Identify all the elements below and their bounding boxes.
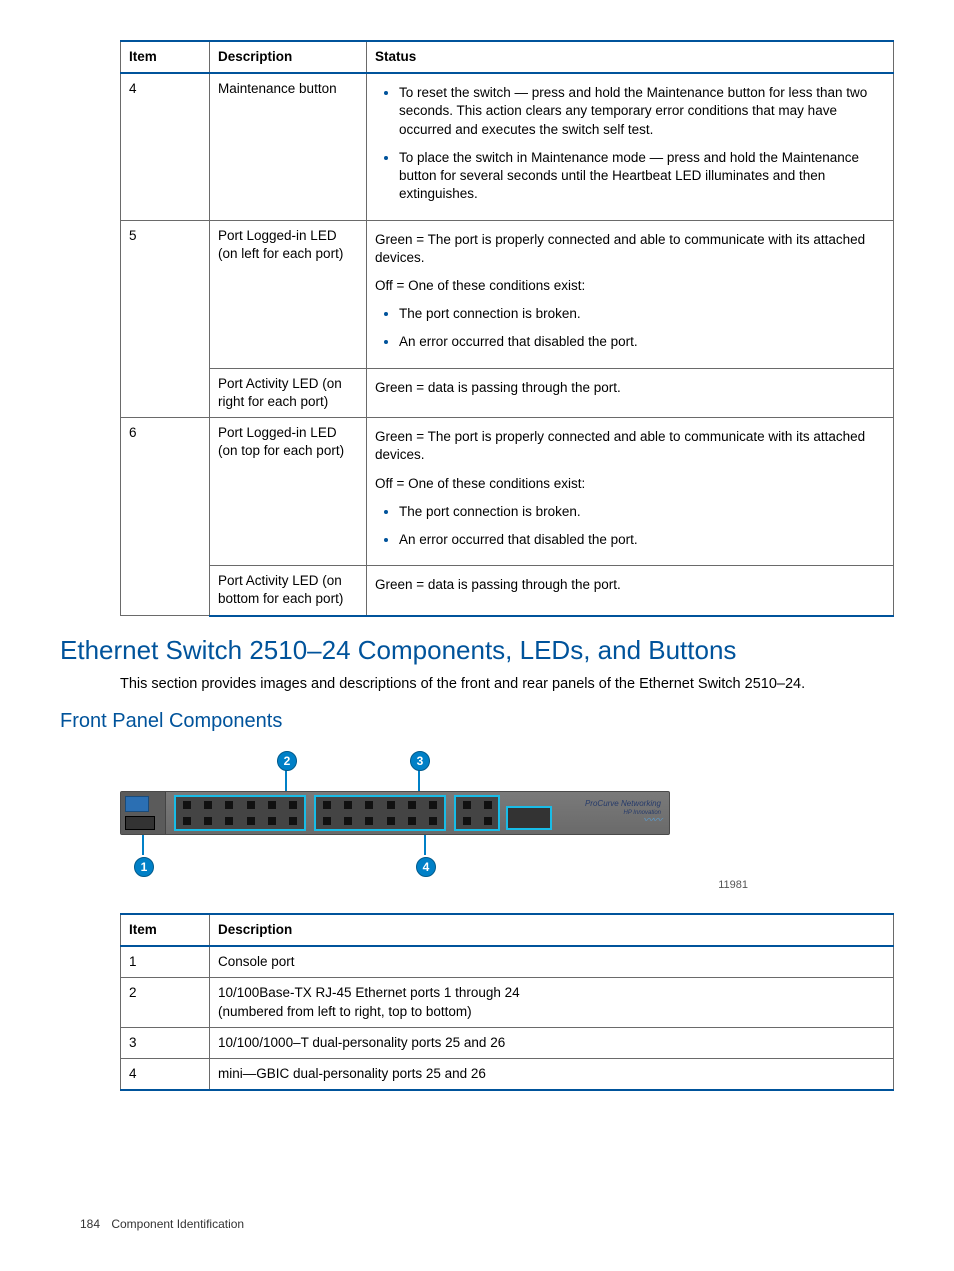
brand-top: ProCurve Networking <box>585 799 661 808</box>
cell-item: 1 <box>121 946 210 978</box>
table-row: 2 10/100Base-TX RJ-45 Ethernet ports 1 t… <box>121 978 894 1027</box>
callout-lead <box>424 833 426 855</box>
callout-2: 2 <box>277 751 297 771</box>
table-row: 6 Port Logged-in LED (on top for each po… <box>121 418 894 566</box>
rj45-block-2 <box>314 795 446 831</box>
callout-lead <box>285 769 287 791</box>
th-item: Item <box>121 41 210 73</box>
callout-lead <box>142 833 144 855</box>
th-status: Status <box>367 41 894 73</box>
callout-lead <box>418 769 420 791</box>
table-row: 4 Maintenance button To reset the switch… <box>121 73 894 220</box>
section-heading: Ethernet Switch 2510–24 Components, LEDs… <box>60 635 894 666</box>
switch-chassis: ProCurve Networking HP Innovation 〰〰 <box>120 791 670 835</box>
table-row: 3 10/100/1000–T dual-personality ports 2… <box>121 1027 894 1058</box>
mini-gbic-block <box>506 806 552 830</box>
swoosh-icon: 〰〰 <box>585 816 661 826</box>
page-footer: 184 Component Identification <box>80 1217 244 1231</box>
th-description: Description <box>210 914 894 946</box>
callout-1: 1 <box>134 857 154 877</box>
led-status-table: Item Description Status 4 Maintenance bu… <box>120 40 894 617</box>
rj45-block-1 <box>174 795 306 831</box>
branding-label: ProCurve Networking HP Innovation 〰〰 <box>585 800 661 826</box>
front-panel-diagram: 2 3 1 4 <box>120 745 680 885</box>
status-para: Green = data is passing through the port… <box>375 379 885 397</box>
cell-status: Green = The port is properly connected a… <box>367 220 894 368</box>
status-bullet: The port connection is broken. <box>399 305 885 323</box>
status-bullet: To reset the switch — press and hold the… <box>399 84 885 139</box>
cell-desc: 10/100Base-TX RJ-45 Ethernet ports 1 thr… <box>210 978 894 1027</box>
cell-desc: Port Logged-in LED (on left for each por… <box>210 220 367 368</box>
th-item: Item <box>121 914 210 946</box>
cell-desc: 10/100/1000–T dual-personality ports 25 … <box>210 1027 894 1058</box>
port-blocks <box>174 795 500 831</box>
cell-status: Green = data is passing through the port… <box>367 368 894 417</box>
page-number: 184 <box>80 1217 108 1231</box>
status-para: Off = One of these conditions exist: <box>375 475 885 493</box>
switch-left-panel <box>121 792 166 834</box>
table-row: 4 mini—GBIC dual-personality ports 25 an… <box>121 1058 894 1090</box>
front-panel-table: Item Description 1 Console port 2 10/100… <box>120 913 894 1091</box>
footer-section: Component Identification <box>111 1217 244 1231</box>
cell-item: 2 <box>121 978 210 1027</box>
th-description: Description <box>210 41 367 73</box>
table-row: Port Activity LED (on bottom for each po… <box>121 566 894 616</box>
cell-desc: mini—GBIC dual-personality ports 25 and … <box>210 1058 894 1090</box>
status-bullet: An error occurred that disabled the port… <box>399 333 885 351</box>
status-para: Green = The port is properly connected a… <box>375 231 885 267</box>
dual-personality-block <box>454 795 500 831</box>
callout-4: 4 <box>416 857 436 877</box>
table-row: Port Activity LED (on right for each por… <box>121 368 894 417</box>
cell-item: 4 <box>121 73 210 220</box>
status-bullet: The port connection is broken. <box>399 503 885 521</box>
cell-item: 4 <box>121 1058 210 1090</box>
cell-item: 6 <box>121 418 210 616</box>
table-row: 5 Port Logged-in LED (on left for each p… <box>121 220 894 368</box>
subsection-heading: Front Panel Components <box>60 710 894 733</box>
cell-desc: Port Activity LED (on right for each por… <box>210 368 367 417</box>
cell-desc: Console port <box>210 946 894 978</box>
status-para: Off = One of these conditions exist: <box>375 277 885 295</box>
table-row: 1 Console port <box>121 946 894 978</box>
section-intro: This section provides images and descrip… <box>120 674 894 694</box>
cell-status: To reset the switch — press and hold the… <box>367 73 894 220</box>
cell-desc: Port Activity LED (on bottom for each po… <box>210 566 367 616</box>
cell-desc: Maintenance button <box>210 73 367 220</box>
diagram-id: 11981 <box>718 879 748 891</box>
status-para: Green = data is passing through the port… <box>375 576 885 594</box>
cell-item: 5 <box>121 220 210 418</box>
status-bullet: An error occurred that disabled the port… <box>399 531 885 549</box>
cell-desc: Port Logged-in LED (on top for each port… <box>210 418 367 566</box>
callout-3: 3 <box>410 751 430 771</box>
status-para: Green = The port is properly connected a… <box>375 428 885 464</box>
status-bullet: To place the switch in Maintenance mode … <box>399 149 885 204</box>
cell-item: 3 <box>121 1027 210 1058</box>
cell-status: Green = The port is properly connected a… <box>367 418 894 566</box>
cell-status: Green = data is passing through the port… <box>367 566 894 616</box>
